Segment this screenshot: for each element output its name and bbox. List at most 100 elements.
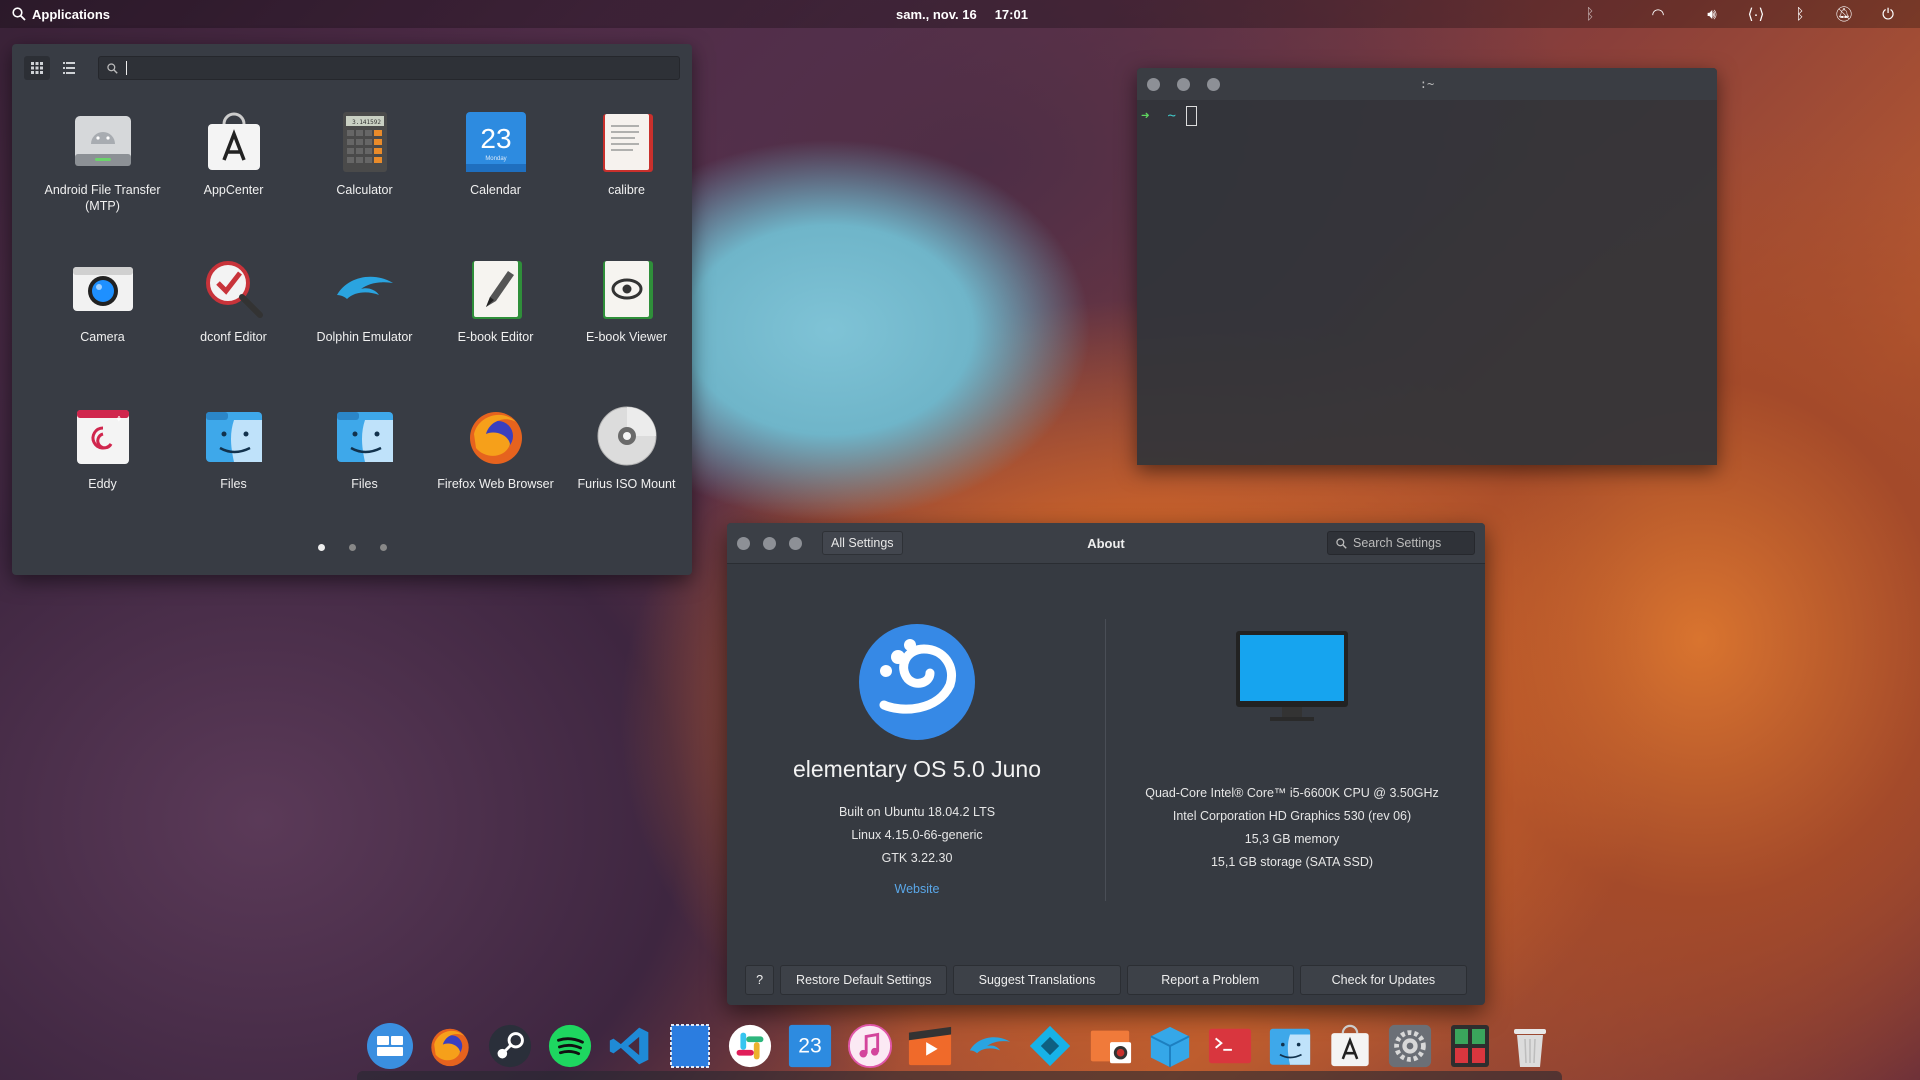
app-launcher-ebook-editor[interactable]: E-book Editor [430,253,561,400]
calibre-icon [595,110,659,174]
slack-icon[interactable] [724,1020,776,1072]
app-label: Android File Transfer (MTP) [44,183,161,213]
app-launcher-calibre[interactable]: calibre [561,106,692,253]
app-launcher-appcenter[interactable]: AppCenter [168,106,299,253]
close-button[interactable] [737,536,750,550]
computer-monitor-icon [1236,631,1348,721]
dolphin-emulator-icon [333,257,397,321]
app-label: Firefox Web Browser [437,477,554,491]
trash-icon[interactable] [1504,1020,1556,1072]
multitasking-icon[interactable] [364,1020,416,1072]
kodi-icon[interactable] [1024,1020,1076,1072]
network-icon[interactable]: ◠ [1636,5,1680,23]
datetime-indicator[interactable]: sam., nov. 16 17:01 [896,0,1028,28]
vscode-icon[interactable] [604,1020,656,1072]
system-tray: ᛒ ◠ 🔊︎ ⟨·⟩ ᛒ 🔕︎ ⏻ [1568,0,1910,28]
app-launcher-firefox[interactable]: Firefox Web Browser [430,400,561,547]
bluetooth-icon[interactable]: ᛒ [1778,6,1822,23]
app-launcher-calendar[interactable]: 23 Monday Calendar [430,106,561,253]
camera-icon [71,257,135,321]
page-dot-1[interactable] [317,544,325,551]
search-icon [12,7,26,21]
notifications-icon[interactable]: 🔕︎ [1822,5,1866,23]
calendar-icon[interactable]: 23 [784,1020,836,1072]
os-info-panel: elementary OS 5.0 Juno Built on Ubuntu 1… [767,623,1067,896]
steam-icon[interactable] [484,1020,536,1072]
top-panel: Applications sam., nov. 16 17:01 ᛒ ◠ 🔊︎ … [0,0,1920,28]
firefox-icon[interactable] [424,1020,476,1072]
applications-menu-button[interactable]: Applications [12,7,110,22]
box-icon[interactable] [1144,1020,1196,1072]
about-settings-window: All Settings About Search Settings eleme… [727,523,1485,1005]
search-icon [1336,537,1347,549]
videos-icon[interactable] [904,1020,956,1072]
files-icon [202,404,266,468]
restore-defaults-button[interactable]: Restore Default Settings [780,965,948,995]
terminal-cursor [1185,106,1197,126]
maximize-button[interactable] [789,536,802,550]
app-label: Files [351,477,378,491]
help-button[interactable]: ? [745,965,775,995]
appcenter-icon[interactable] [1324,1020,1376,1072]
dolphin-emulator-icon[interactable] [964,1020,1016,1072]
app-label: dconf Editor [200,330,267,344]
app-launcher-ebook-viewer[interactable]: E-book Viewer [561,253,692,400]
search-settings-input[interactable]: Search Settings [1327,531,1475,555]
terminal-titlebar[interactable]: :~ [1137,68,1717,100]
app-label: E-book Viewer [585,330,668,344]
app-launcher-calculator[interactable]: 3.141592 Calculator [299,106,430,253]
wired-network-icon[interactable]: ⟨·⟩ [1734,5,1778,23]
os-info-line: GTK 3.22.30 [881,851,953,865]
photos-icon[interactable] [1084,1020,1136,1072]
check-updates-button[interactable]: Check for Updates [1299,965,1468,995]
minimize-button[interactable] [763,536,776,550]
terminal-icon[interactable] [1204,1020,1256,1072]
app-launcher-furius-iso-mount[interactable]: Furius ISO Mount [561,400,692,547]
app-launcher-eddy[interactable]: Eddy [37,400,168,547]
app-launcher-camera[interactable]: Camera [37,253,168,400]
bluetooth-tray-icon[interactable]: ᛒ [1568,6,1612,23]
power-icon[interactable]: ⏻ [1866,6,1910,23]
page-indicator [12,544,692,551]
app-launcher-android-file-transfer[interactable]: Android File Transfer (MTP) [37,106,168,253]
hardware-info-panel: Quad-Core Intel® Core™ i5-6600K CPU @ 3.… [1127,623,1457,874]
app-search-input[interactable] [98,56,680,80]
terminal-content[interactable]: ➜ ~ [1137,100,1717,132]
suggest-translations-button[interactable]: Suggest Translations [953,965,1121,995]
notes-icon[interactable] [664,1020,716,1072]
app-label: calibre [608,183,645,197]
all-settings-button[interactable]: All Settings [822,531,903,555]
website-link[interactable]: Website [767,882,1067,896]
terminal-title: :~ [1419,77,1435,91]
ebook-viewer-icon [595,257,659,321]
calculator-icon[interactable] [1444,1020,1496,1072]
eddy-icon [71,404,135,468]
calculator-icon: 3.141592 [333,110,397,174]
grid-view-button[interactable] [24,56,50,80]
category-view-button[interactable] [56,56,82,80]
column-divider [1105,619,1106,901]
applications-menu: Android File Transfer (MTP) AppCenter 3.… [12,44,692,575]
report-problem-button[interactable]: Report a Problem [1126,965,1294,995]
svg-text:23: 23 [480,123,511,154]
spotify-icon[interactable] [544,1020,596,1072]
files-icon[interactable] [1264,1020,1316,1072]
ebook-editor-icon [464,257,528,321]
hardware-info-line: Intel Corporation HD Graphics 530 (rev 0… [1172,809,1412,823]
page-dot-3[interactable] [379,544,387,551]
app-launcher-files[interactable]: Files [299,400,430,547]
app-label: Calculator [336,183,393,197]
app-label: Camera [80,330,125,344]
dock: 23 [357,1012,1562,1080]
app-label: AppCenter [203,183,264,197]
music-icon[interactable] [844,1020,896,1072]
app-launcher-dolphin-emulator[interactable]: Dolphin Emulator [299,253,430,400]
about-titlebar[interactable]: All Settings About Search Settings [727,523,1485,564]
app-label: Dolphin Emulator [316,330,413,344]
page-dot-2[interactable] [348,544,356,551]
app-launcher-dconf-editor[interactable]: dconf Editor [168,253,299,400]
volume-icon[interactable]: 🔊︎ [1690,6,1734,23]
app-launcher-files[interactable]: Files [168,400,299,547]
elementary-logo-icon [859,624,975,740]
settings-icon[interactable] [1384,1020,1436,1072]
